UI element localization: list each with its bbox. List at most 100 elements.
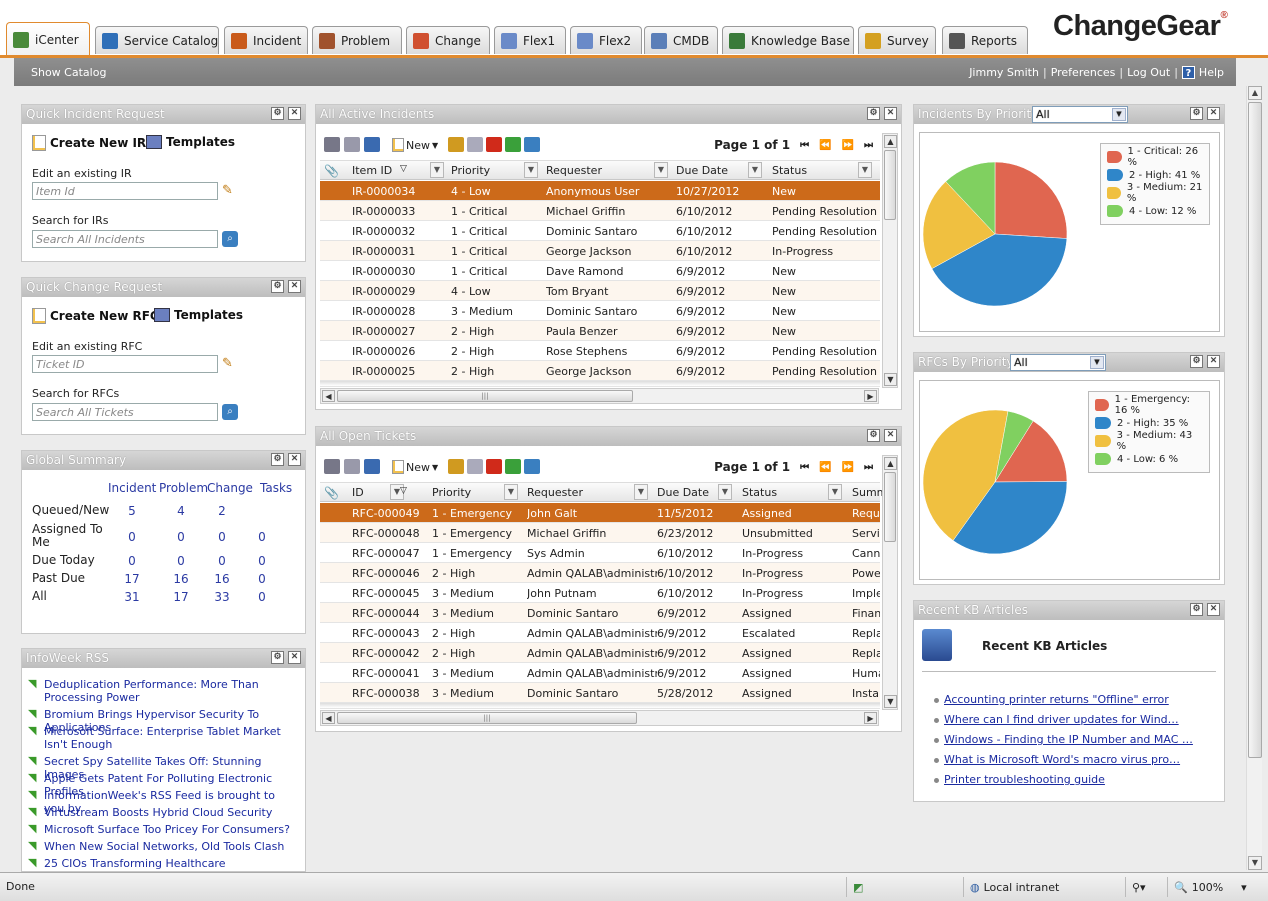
column-header-due-date[interactable]: Due Date — [676, 164, 728, 177]
column-menu-chevron-icon[interactable]: ▼ — [718, 484, 732, 500]
close-icon[interactable]: ✕ — [884, 107, 897, 120]
table-row[interactable]: RFC-000045 3 - Medium John Putnam 6/10/2012… — [320, 583, 880, 603]
prev-page-icon[interactable]: ⏪ — [819, 140, 831, 151]
gear-icon[interactable]: ⚙ — [271, 651, 284, 664]
summary-count-link[interactable]: 31 — [120, 590, 144, 604]
scroll-thumb[interactable]: ||| — [337, 390, 633, 402]
summary-count-link[interactable]: 0 — [210, 554, 234, 568]
tab-cmdb[interactable]: CMDB — [644, 26, 718, 54]
refresh-icon[interactable] — [505, 137, 521, 152]
close-icon[interactable]: ✕ — [1207, 355, 1220, 368]
horizontal-scrollbar[interactable]: ◀ ||| ▶ — [320, 710, 879, 726]
tab-reports[interactable]: Reports — [942, 26, 1028, 54]
close-icon[interactable]: ✕ — [288, 280, 301, 293]
rss-item[interactable]: ◥ Deduplication Performance: More Than Pr… — [28, 678, 296, 705]
table-row[interactable]: RFC-000046 2 - High Admin QALAB\administra… — [320, 563, 880, 583]
column-menu-chevron-icon[interactable]: ▼ — [654, 162, 668, 178]
scroll-thumb[interactable] — [1248, 102, 1262, 758]
rss-item[interactable]: ◥ When New Social Networks, Old Tools Cla… — [28, 840, 296, 854]
sort-desc-icon[interactable]: ▽ — [400, 486, 407, 496]
search-icon[interactable]: ⌕ — [222, 404, 238, 420]
rss-link[interactable]: 25 CIOs Transforming Healthcare — [44, 857, 225, 870]
print-icon[interactable] — [324, 137, 340, 152]
column-menu-chevron-icon[interactable]: ▼ — [748, 162, 762, 178]
kb-article-link[interactable]: Windows - Finding the IP Number and MAC … — [944, 733, 1193, 746]
close-icon[interactable]: ✕ — [1207, 107, 1220, 120]
column-header-priority[interactable]: Priority — [432, 486, 471, 499]
chevron-down-icon[interactable]: ▼ — [1090, 356, 1104, 369]
column-header-due-date[interactable]: Due Date — [657, 486, 709, 499]
gear-icon[interactable]: ⚙ — [867, 107, 880, 120]
summary-count-link[interactable]: 5 — [120, 504, 144, 518]
chevron-down-icon[interactable]: ▼ — [1112, 108, 1126, 121]
table-row[interactable]: RFC-000043 2 - High Admin QALAB\administra… — [320, 623, 880, 643]
summary-count-link[interactable]: 0 — [169, 530, 193, 544]
gear-icon[interactable]: ⚙ — [1190, 355, 1203, 368]
item-id-input[interactable]: Item Id — [32, 182, 218, 200]
summary-count-link[interactable]: 16 — [210, 572, 234, 586]
gear-icon[interactable]: ⚙ — [1190, 107, 1203, 120]
summary-count-link[interactable]: 0 — [250, 554, 274, 568]
protected-mode-icon[interactable]: ⚲▾ — [1132, 881, 1146, 894]
first-page-icon[interactable]: ⏮ — [800, 140, 809, 151]
column-header-status[interactable]: Status — [742, 486, 777, 499]
copy-icon[interactable] — [467, 137, 483, 152]
gear-icon[interactable]: ⚙ — [271, 107, 284, 120]
summary-count-link[interactable]: 0 — [250, 590, 274, 604]
refresh-icon[interactable] — [505, 459, 521, 474]
globe-icon[interactable] — [364, 459, 380, 474]
rss-item[interactable]: ◥ 25 CIOs Transforming Healthcare — [28, 857, 296, 871]
close-icon[interactable]: ✕ — [288, 453, 301, 466]
column-menu-chevron-icon[interactable]: ▼ — [504, 484, 518, 500]
kb-article-link[interactable]: Accounting printer returns "Offline" err… — [944, 693, 1169, 706]
table-row[interactable]: IR-0000032 1 - Critical Dominic Santaro 6/1… — [320, 221, 880, 241]
rss-item[interactable]: ◥ Microsoft Surface: Enterprise Tablet Ma… — [28, 725, 296, 752]
summary-count-link[interactable]: 33 — [210, 590, 234, 604]
tab-icenter[interactable]: iCenter — [6, 22, 90, 56]
tab-problem[interactable]: Problem — [312, 26, 402, 54]
gear-icon[interactable]: ⚙ — [271, 280, 284, 293]
tab-knowledge-base[interactable]: Knowledge Base — [722, 26, 854, 54]
rss-item[interactable]: ◥ Microsoft Surface Too Pricey For Consum… — [28, 823, 296, 837]
summary-count-link[interactable]: 2 — [210, 504, 234, 518]
close-icon[interactable]: ✕ — [884, 429, 897, 442]
table-row[interactable]: IR-0000030 1 - Critical Dave Ramond 6/9/201… — [320, 261, 880, 281]
search-icon[interactable]: ⌕ — [222, 231, 238, 247]
show-catalog-link[interactable]: Show Catalog — [31, 66, 106, 79]
column-header-requester[interactable]: Requester — [527, 486, 583, 499]
preferences-link[interactable]: Preferences — [1051, 66, 1116, 79]
logout-link[interactable]: Log Out — [1127, 66, 1170, 79]
rss-link[interactable]: Virtustream Boosts Hybrid Cloud Security — [44, 806, 272, 819]
gear-icon[interactable]: ⚙ — [1190, 603, 1203, 616]
gear-icon[interactable]: ⚙ — [271, 453, 284, 466]
status-segment[interactable]: ⚲▾ — [1125, 877, 1165, 897]
table-row[interactable]: RFC-000038 3 - Medium Dominic Santaro 5/28/… — [320, 683, 880, 703]
tab-change[interactable]: Change — [406, 26, 490, 54]
first-page-icon[interactable]: ⏮ — [800, 462, 809, 473]
table-row[interactable]: RFC-000047 1 - Emergency Sys Admin 6/10/201… — [320, 543, 880, 563]
column-menu-chevron-icon[interactable]: ▼ — [828, 484, 842, 500]
summary-count-link[interactable]: 0 — [120, 554, 144, 568]
scroll-thumb[interactable] — [884, 150, 896, 220]
column-menu-chevron-icon[interactable]: ▼ — [858, 162, 872, 178]
edit-icon[interactable] — [448, 459, 464, 474]
incident-priority-filter-select[interactable]: All ▼ — [1032, 106, 1128, 123]
delete-icon[interactable] — [486, 137, 502, 152]
print-icon[interactable] — [324, 459, 340, 474]
table-row[interactable]: RFC-000049 1 - Emergency John Galt 11/5/201… — [320, 503, 880, 523]
column-menu-chevron-icon[interactable]: ▼ — [524, 162, 538, 178]
summary-count-link[interactable]: 4 — [169, 504, 193, 518]
scroll-down-arrow-icon[interactable]: ▼ — [884, 695, 897, 708]
table-row[interactable]: IR-0000025 2 - High George Jackson 6/9/2012… — [320, 361, 880, 381]
edit-pencil-icon[interactable]: ✎ — [222, 183, 238, 199]
rss-link[interactable]: When New Social Networks, Old Tools Clas… — [44, 840, 284, 853]
chevron-down-icon[interactable]: ▼ — [432, 463, 438, 472]
rfc-priority-filter-select[interactable]: All ▼ — [1010, 354, 1106, 371]
tab-incident[interactable]: Incident — [224, 26, 308, 54]
search-icon[interactable] — [524, 459, 540, 474]
table-row[interactable]: IR-0000033 1 - Critical Michael Griffin 6/1… — [320, 201, 880, 221]
summary-count-link[interactable]: 0 — [169, 554, 193, 568]
table-row[interactable]: IR-0000031 1 - Critical George Jackson 6/10… — [320, 241, 880, 261]
tab-survey[interactable]: Survey — [858, 26, 936, 54]
table-row[interactable]: RFC-000042 2 - High Admin QALAB\administra… — [320, 643, 880, 663]
